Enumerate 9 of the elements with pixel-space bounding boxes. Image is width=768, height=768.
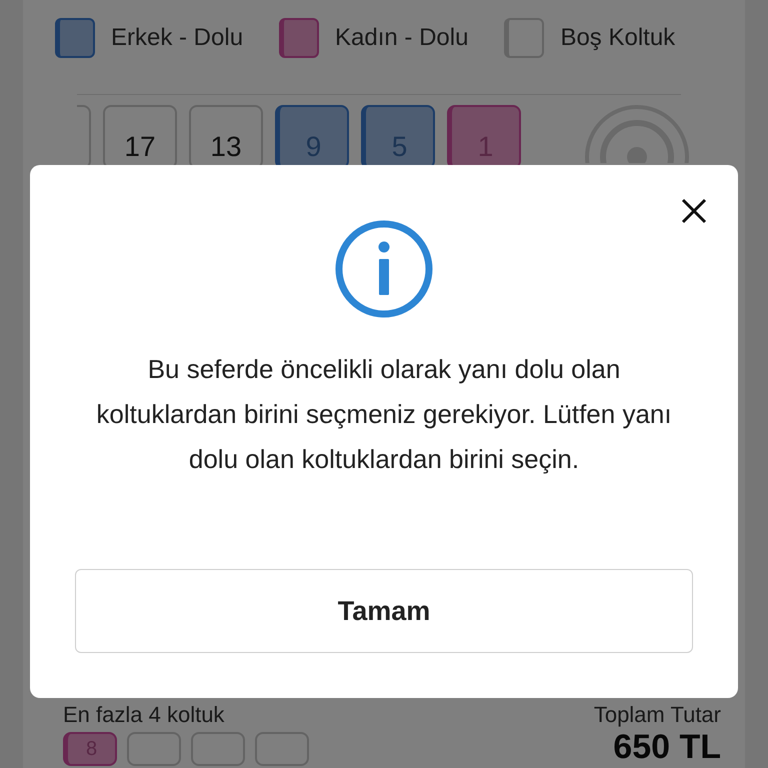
legend-label: Erkek - Dolu	[111, 24, 244, 52]
info-icon	[334, 219, 434, 319]
total-label: Toplam Tutar	[594, 702, 721, 728]
legend-label: Boş Koltuk	[560, 24, 676, 52]
dialog-message: Bu seferde öncelikli olarak yanı dolu olan koltuklardan birini seçmeniz gerekiyor. Lütfen yanı dolu olan koltuklardan birini seçin.	[95, 353, 673, 476]
ok-button[interactable]: Tamam	[75, 569, 693, 653]
seat-limit-label: En fazla 4 koltuk	[63, 702, 226, 728]
total-amount: 650 TL	[613, 728, 721, 766]
legend-label: Kadın - Dolu	[335, 24, 468, 52]
